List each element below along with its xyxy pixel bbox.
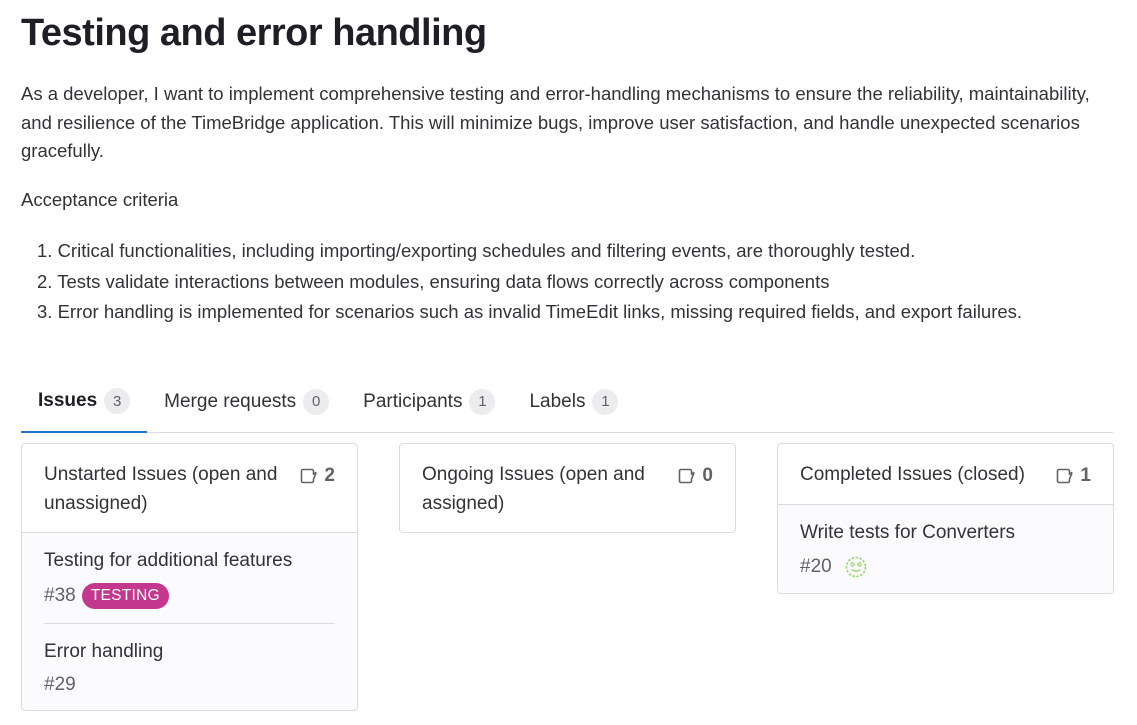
ongoing-issues-column: Ongoing Issues (open and assigned) 0 <box>399 443 736 533</box>
criteria-item: 2. Tests validate interactions between m… <box>37 270 830 292</box>
tab-labels[interactable]: Labels 1 <box>512 371 635 432</box>
column-header: Completed Issues (closed) 1 <box>778 444 1113 504</box>
column-title: Ongoing Issues (open and assigned) <box>422 464 645 514</box>
tab-count-badge: 0 <box>303 388 330 415</box>
issue-reference: #29 <box>44 674 76 695</box>
issue-meta: #29 <box>44 674 335 696</box>
column-title: Unstarted Issues (open and unassigned) <box>44 464 278 514</box>
column-body: Testing for additional features #38 TEST… <box>22 532 357 710</box>
tab-count-badge: 1 <box>592 388 619 415</box>
tab-count-badge: 1 <box>469 388 496 415</box>
criteria-item: 1. Critical functionalities, including i… <box>37 240 916 261</box>
issues-icon <box>301 468 317 484</box>
unstarted-issues-column: Unstarted Issues (open and unassigned) 2… <box>21 443 358 711</box>
issues-icon <box>1057 468 1073 484</box>
issue-description: As a developer, I want to implement comp… <box>21 83 1090 161</box>
tab-merge-requests[interactable]: Merge requests 0 <box>147 371 346 432</box>
tab-label: Merge requests <box>164 390 297 412</box>
issue-card[interactable]: Error handling #29 <box>44 623 335 710</box>
column-title: Completed Issues (closed) <box>800 464 1025 485</box>
tab-issues[interactable]: Issues 3 <box>21 371 148 433</box>
issue-reference: #20 <box>800 555 832 577</box>
issue-page: Testing and error handling As a develope… <box>0 0 1137 725</box>
issues-icon <box>679 468 695 484</box>
acceptance-criteria-list: 1. Critical functionalities, including i… <box>37 236 1022 328</box>
column-header: Ongoing Issues (open and assigned) 0 <box>400 444 735 532</box>
completed-issues-column: Completed Issues (closed) 1 Write tests … <box>777 443 1114 594</box>
issue-meta: #20 <box>800 555 1091 579</box>
page-title: Testing and error handling <box>21 12 487 54</box>
tab-label: Participants <box>363 390 463 412</box>
issue-meta: #38 TESTING <box>44 583 335 609</box>
tab-label: Issues <box>38 390 98 411</box>
tab-participants[interactable]: Participants 1 <box>346 371 512 432</box>
issue-title[interactable]: Write tests for Converters <box>800 519 1091 547</box>
tab-bar: Issues 3 Merge requests 0 Participants 1… <box>21 371 1113 433</box>
column-count-value: 2 <box>324 465 335 486</box>
column-header: Unstarted Issues (open and unassigned) 2 <box>22 444 357 532</box>
issue-card[interactable]: Testing for additional features #38 TEST… <box>44 533 335 623</box>
column-issue-count: 1 <box>1056 462 1091 491</box>
avatar-icon[interactable] <box>844 555 868 579</box>
issue-title[interactable]: Testing for additional features <box>44 547 335 575</box>
criteria-item: 3. Error handling is implemented for sce… <box>37 301 1023 322</box>
acceptance-criteria-heading: Acceptance criteria <box>21 189 179 210</box>
issue-reference: #38 <box>44 585 76 606</box>
column-body: Write tests for Converters #20 <box>778 503 1113 593</box>
issue-card[interactable]: Write tests for Converters #20 <box>800 505 1091 593</box>
column-issue-count: 0 <box>678 462 713 491</box>
label-badge-testing[interactable]: TESTING <box>81 583 169 609</box>
column-count-value: 0 <box>702 465 713 486</box>
issue-title[interactable]: Error handling <box>44 638 335 666</box>
column-issue-count: 2 <box>300 462 335 491</box>
column-count-value: 1 <box>1080 465 1091 486</box>
tab-label: Labels <box>529 390 586 412</box>
tab-count-badge: 3 <box>104 388 131 414</box>
